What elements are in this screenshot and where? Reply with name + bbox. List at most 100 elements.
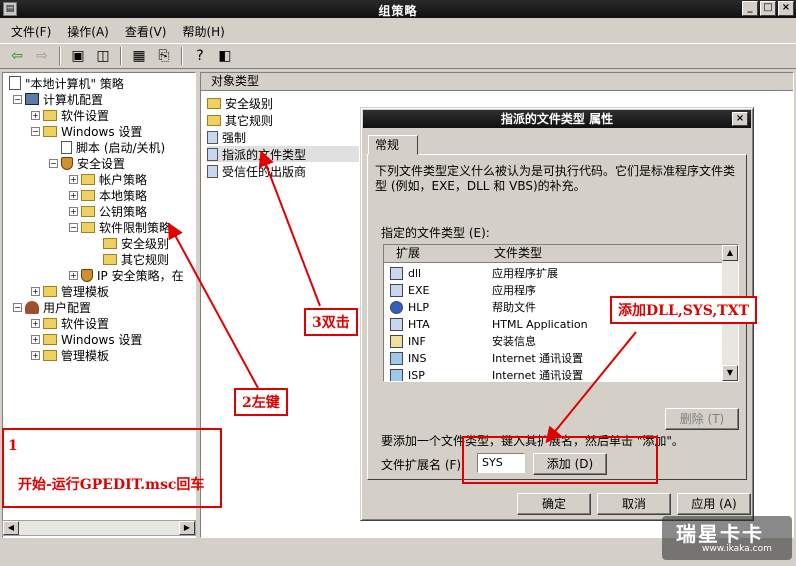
tree-item-user-config[interactable]: − 用户配置 xyxy=(13,299,91,315)
export-list-icon[interactable]: ⎘ xyxy=(153,46,175,66)
console-icon[interactable]: ◧ xyxy=(214,46,236,66)
tree-item-label: 安全设置 xyxy=(77,156,126,171)
scroll-left-icon[interactable]: ◀ xyxy=(3,521,19,535)
tree-item-local-policy[interactable]: "本地计算机" 策略 xyxy=(9,75,124,91)
menu-help[interactable]: 帮助(H) xyxy=(177,21,229,42)
menu-file[interactable]: 文件(F) xyxy=(6,21,56,42)
tree-item-computer-config[interactable]: − 计算机配置 xyxy=(13,91,103,107)
minimize-button[interactable]: _ xyxy=(742,1,758,16)
tree-item-security-settings[interactable]: − 安全设置 xyxy=(49,155,125,171)
expand-icon[interactable]: + xyxy=(31,286,40,296)
help-file-icon xyxy=(390,301,403,314)
expand-icon[interactable]: + xyxy=(31,318,40,328)
file-types-list-label: 指定的文件类型 (E): xyxy=(381,226,490,240)
list-item[interactable]: INS Internet 通讯设置 xyxy=(384,350,724,367)
column-header-extension[interactable]: 扩展 xyxy=(396,245,420,262)
object-item-security-levels[interactable]: 安全级别 xyxy=(207,95,273,111)
collapse-icon[interactable]: − xyxy=(31,126,40,136)
toolbar-separator xyxy=(59,47,61,65)
list-item[interactable]: dll 应用程序扩展 xyxy=(384,265,724,282)
tree-item-ip-security[interactable]: + IP 安全策略，在 xyxy=(69,267,184,283)
script-doc-icon xyxy=(61,140,72,154)
delete-button[interactable]: 删除 (T) xyxy=(665,408,739,430)
dialog-title: 指派的文件类型 属性 xyxy=(500,112,614,126)
tree-item-scripts[interactable]: 脚本 (启动/关机) xyxy=(61,139,165,155)
tree-item-additional-rules[interactable]: 其它规则 xyxy=(103,251,169,267)
window-title: 组策略 xyxy=(378,4,418,18)
expand-icon[interactable]: + xyxy=(31,350,40,360)
tree-item-label: Windows 设置 xyxy=(61,124,143,139)
tree-item-label: 软件设置 xyxy=(61,316,110,331)
collapse-icon[interactable]: − xyxy=(13,302,22,312)
menu-bar: 文件(F) 操作(A) 查看(V) 帮助(H) xyxy=(0,20,796,42)
list-item[interactable]: ISP Internet 通讯设置 xyxy=(384,367,724,381)
tree-item-local-policies[interactable]: + 本地策略 xyxy=(69,187,147,203)
object-item-designated-file-types[interactable]: 指派的文件类型 xyxy=(207,146,359,162)
expand-icon[interactable]: + xyxy=(69,206,78,216)
tree-item-user-software-settings[interactable]: + 软件设置 xyxy=(31,315,109,331)
hta-file-icon xyxy=(390,318,403,331)
tree-item-label: 安全级别 xyxy=(121,236,170,251)
column-header-object-type[interactable]: 对象类型 xyxy=(201,73,793,91)
ok-button[interactable]: 确定 xyxy=(517,493,591,515)
folder-icon xyxy=(81,221,95,233)
expand-icon[interactable]: + xyxy=(69,190,78,200)
back-arrow-icon[interactable]: ⇦ xyxy=(6,46,28,66)
object-item-label: 其它规则 xyxy=(225,113,274,128)
extension-label: 文件扩展名 (F): xyxy=(381,458,466,472)
collapse-icon[interactable]: − xyxy=(13,94,22,104)
collapse-icon[interactable]: − xyxy=(69,222,78,232)
cancel-button[interactable]: 取消 xyxy=(597,493,671,515)
computer-icon xyxy=(25,93,39,105)
up-folder-icon[interactable]: ▣ xyxy=(67,46,89,66)
expand-icon[interactable]: + xyxy=(31,334,40,344)
folder-icon xyxy=(103,253,117,265)
tree-item-label: 公钥策略 xyxy=(99,204,148,219)
expand-icon[interactable]: + xyxy=(31,110,40,120)
file-ext: INS xyxy=(408,352,427,365)
menu-action[interactable]: 操作(A) xyxy=(62,21,114,42)
object-item-trusted-publishers[interactable]: 受信任的出版商 xyxy=(207,163,306,179)
tree-item-user-admin-templates[interactable]: + 管理模板 xyxy=(31,347,109,363)
scroll-down-icon[interactable]: ▼ xyxy=(722,365,738,381)
step1-text: 开始-运行GPEDIT.msc回车 xyxy=(18,477,205,493)
tree-horizontal-scrollbar[interactable]: ◀ ▶ xyxy=(2,520,196,536)
collapse-icon[interactable]: − xyxy=(49,158,58,168)
tree-item-security-levels[interactable]: 安全级别 xyxy=(103,235,169,251)
tree-item-software-restriction[interactable]: − 软件限制策略 xyxy=(69,219,171,235)
properties-icon[interactable]: ▦ xyxy=(128,46,150,66)
file-type: Internet 通讯设置 xyxy=(492,352,584,365)
watermark-logo: 瑞星卡卡 www.ikaka.com xyxy=(662,516,792,560)
tree-item-label: 管理模板 xyxy=(61,348,110,363)
object-item-enforcement[interactable]: 强制 xyxy=(207,129,246,145)
tree-item-software-settings[interactable]: + 软件设置 xyxy=(31,107,109,123)
apply-button[interactable]: 应用 (A) xyxy=(677,493,751,515)
show-tree-icon[interactable]: ◫ xyxy=(92,46,114,66)
tree-item-public-key-policy[interactable]: + 公钥策略 xyxy=(69,203,147,219)
tree-item-label: 其它规则 xyxy=(121,252,170,267)
maximize-button[interactable]: □ xyxy=(760,1,776,16)
forward-arrow-icon[interactable]: ⇨ xyxy=(31,46,53,66)
expand-icon[interactable]: + xyxy=(69,270,78,280)
expand-icon[interactable]: + xyxy=(69,174,78,184)
tab-general[interactable]: 常规 xyxy=(368,135,418,155)
tree-item-admin-templates[interactable]: + 管理模板 xyxy=(31,283,109,299)
tree-item-account-policy[interactable]: + 帐户策略 xyxy=(69,171,147,187)
dialog-close-button[interactable]: × xyxy=(732,112,748,126)
file-ext: EXE xyxy=(408,284,430,297)
close-button[interactable]: × xyxy=(778,1,794,16)
help-icon[interactable]: ? xyxy=(189,46,211,66)
folder-icon xyxy=(43,349,57,361)
folder-icon xyxy=(43,125,57,137)
scroll-up-icon[interactable]: ▲ xyxy=(722,245,738,261)
list-item[interactable]: INF 安装信息 xyxy=(384,333,724,350)
column-header-file-type[interactable]: 文件类型 xyxy=(494,245,542,262)
folder-icon xyxy=(207,114,221,126)
menu-view[interactable]: 查看(V) xyxy=(120,21,172,42)
object-item-additional-rules[interactable]: 其它规则 xyxy=(207,112,273,128)
tree-item-user-windows-settings[interactable]: + Windows 设置 xyxy=(31,331,142,347)
tree-item-windows-settings[interactable]: − Windows 设置 xyxy=(31,123,142,139)
object-item-label: 安全级别 xyxy=(225,96,274,111)
scroll-right-icon[interactable]: ▶ xyxy=(179,521,195,535)
file-ext: HTA xyxy=(408,318,430,331)
